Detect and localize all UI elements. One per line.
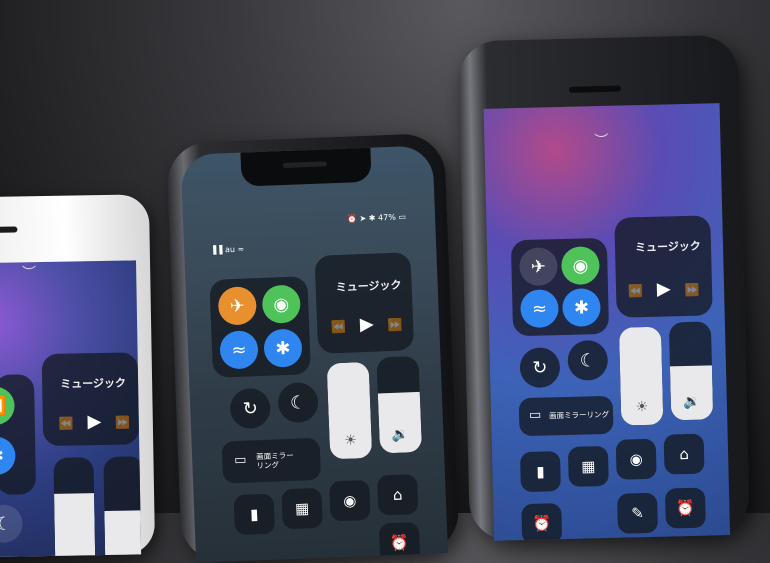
rewind-icon[interactable]: ⏪ — [59, 417, 74, 431]
play-icon[interactable]: ▶ — [657, 278, 671, 299]
brightness-fill — [54, 493, 96, 558]
play-icon[interactable]: ▶ — [87, 411, 101, 432]
volume-icon: 🔉 — [391, 426, 410, 444]
airplane-icon[interactable]: ✈ — [518, 247, 558, 287]
screen-mirroring-label-line2: リング — [256, 460, 280, 471]
screen-mirroring-tile[interactable]: ▭ 画面ミラー リング — [221, 437, 322, 484]
status-bar-right: ⏰ ➤ ✱ 47% ▭ — [347, 212, 406, 223]
earpiece-speaker — [569, 85, 622, 93]
earpiece-speaker — [0, 226, 18, 234]
chevron-icon: ︶ — [22, 265, 37, 282]
screen-mirroring-label: 画面ミラー リング — [256, 451, 294, 470]
rotation-lock-icon[interactable]: ↻ — [229, 387, 272, 430]
airplay-icon: ▭ — [233, 452, 247, 469]
home-icon[interactable]: ⌂ — [663, 433, 705, 475]
music-transport: ⏪ ▶ ⏩ — [331, 313, 403, 337]
rotation-lock-icon[interactable]: ↻ — [519, 347, 561, 389]
music-title: ミュージック — [335, 278, 402, 295]
status-bar-left: ▐▐ au ≈ — [210, 245, 244, 255]
phone-middle: ▐▐ au ≈ ⏰ ➤ ✱ 47% ▭ ✈ ◉ ≈ ✱ ミュージック ⏪ ▶ ⏩ — [166, 132, 460, 563]
connectivity-tile: 📶 ✱ — [0, 374, 37, 495]
music-tile[interactable]: ミュージック ⏪ ▶ ⏩ — [314, 252, 415, 354]
calculator-icon[interactable]: ▦ — [281, 487, 323, 530]
phone-left: ︶ 📶 ✱ ミュージック ⏪ ▶ ⏩ ☾ — [0, 194, 156, 558]
wifi-icon[interactable]: ≈ — [219, 330, 259, 370]
flashlight-icon[interactable]: ▮ — [519, 451, 561, 493]
moon-icon[interactable]: ☾ — [567, 339, 609, 381]
volume-slider[interactable]: 🔉 — [668, 321, 714, 421]
volume-fill — [377, 392, 423, 454]
airplay-icon: ▭ — [528, 407, 542, 423]
volume-slider[interactable]: 🔉 — [376, 355, 423, 454]
connectivity-tile: ✈ ◉ ≈ ✱ — [209, 276, 312, 378]
music-tile[interactable]: ミュージック ⏪ ▶ ⏩ — [41, 352, 140, 447]
camera-icon[interactable]: ◉ — [329, 479, 371, 522]
flashlight-icon[interactable]: ▮ — [233, 493, 276, 536]
alarm-icon[interactable]: ⏰ — [521, 503, 563, 541]
wifi-status-icon: ≈ — [237, 244, 245, 254]
cellular-icon[interactable]: ◉ — [261, 284, 302, 324]
cellular-icon[interactable]: ◉ — [560, 246, 600, 286]
bluetooth-status-icon: ✱ — [368, 213, 376, 223]
phone-left-screen: ︶ 📶 ✱ ミュージック ⏪ ▶ ⏩ ☾ — [0, 260, 142, 558]
phone-right: ︶ ✈ ◉ ≈ ✱ ミュージック ⏪ ▶ ⏩ ↻ ☾ ☀ 🔉 ▭ 画面ミラーリン… — [457, 34, 751, 542]
phone-middle-screen: ▐▐ au ≈ ⏰ ➤ ✱ 47% ▭ ✈ ◉ ≈ ✱ ミュージック ⏪ ▶ ⏩ — [180, 145, 448, 563]
bluetooth-icon[interactable]: ✱ — [0, 436, 16, 476]
home-icon[interactable]: ⌂ — [376, 474, 419, 516]
cellular-icon[interactable]: 📶 — [0, 386, 15, 426]
music-transport: ⏪ ▶ ⏩ — [628, 278, 700, 301]
carrier-label: au — [224, 244, 236, 255]
moon-icon[interactable]: ☾ — [0, 504, 23, 544]
music-transport: ⏪ ▶ ⏩ — [59, 411, 131, 433]
fast-forward-icon[interactable]: ⏩ — [387, 318, 402, 333]
volume-icon: 🔉 — [682, 393, 701, 411]
fast-forward-icon[interactable]: ⏩ — [684, 283, 699, 297]
volume-fill — [104, 510, 142, 558]
screen-mirroring-label: 画面ミラーリング — [548, 409, 610, 421]
calculator-icon[interactable]: ▦ — [567, 445, 609, 487]
rewind-icon[interactable]: ⏪ — [628, 284, 643, 298]
connectivity-tile: ✈ ◉ ≈ ✱ — [510, 237, 610, 337]
battery-icon: ▭ — [398, 212, 407, 222]
bluetooth-icon[interactable]: ✱ — [263, 328, 303, 368]
screen-mirroring-tile[interactable]: ▭ 画面ミラーリング — [518, 395, 614, 437]
signal-icon: ▐▐ — [210, 245, 223, 255]
brightness-icon: ☀ — [635, 398, 649, 416]
chevron-icon: ︶ — [594, 132, 609, 150]
fast-forward-icon[interactable]: ⏩ — [115, 416, 130, 430]
brightness-slider[interactable]: ☀ — [326, 361, 373, 460]
notch — [240, 147, 372, 187]
alarm-icon[interactable]: ⏰ — [378, 522, 421, 563]
rewind-icon[interactable]: ⏪ — [331, 320, 346, 335]
music-title: ミュージック — [634, 239, 701, 255]
play-icon[interactable]: ▶ — [360, 314, 375, 336]
brightness-slider[interactable] — [53, 457, 96, 558]
music-tile[interactable]: ミュージック ⏪ ▶ ⏩ — [614, 215, 713, 318]
camera-icon[interactable]: ◉ — [615, 438, 657, 480]
alarm-icon[interactable]: ⏰ — [664, 487, 706, 529]
battery-percent: 47% — [377, 212, 397, 223]
wifi-icon[interactable]: ≈ — [520, 289, 559, 329]
earpiece-speaker — [282, 161, 328, 169]
phone-right-screen: ︶ ✈ ◉ ≈ ✱ ミュージック ⏪ ▶ ⏩ ↻ ☾ ☀ 🔉 ▭ 画面ミラーリン… — [483, 103, 731, 541]
bluetooth-icon[interactable]: ✱ — [562, 288, 601, 328]
moon-icon[interactable]: ☾ — [277, 381, 319, 424]
brightness-slider[interactable]: ☀ — [618, 326, 664, 426]
volume-slider[interactable] — [103, 456, 142, 558]
location-icon: ➤ — [359, 213, 367, 224]
airplane-icon[interactable]: ✈ — [217, 286, 258, 326]
alarm-status-icon: ⏰ — [346, 214, 358, 224]
brightness-icon: ☀ — [343, 432, 358, 449]
music-title: ミュージック — [60, 376, 127, 391]
notes-icon[interactable]: ✎ — [617, 492, 658, 534]
